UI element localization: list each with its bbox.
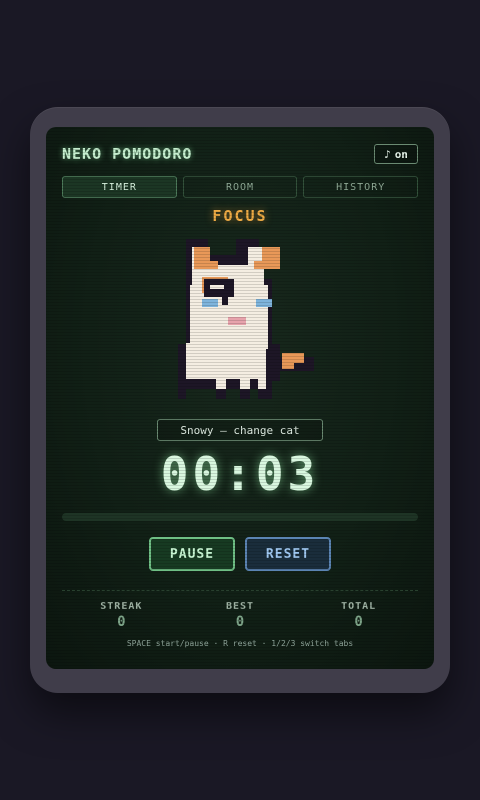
stat-best: BEST 0 [195, 601, 285, 630]
cat-sprite[interactable] [176, 239, 328, 401]
stat-label: TOTAL [341, 601, 377, 612]
device-bezel: NEKO POMODORO ♪ on TIMER ROOM HISTORY FO… [30, 107, 450, 693]
divider [62, 590, 418, 591]
stats-row: STREAK 0 BEST 0 TOTAL 0 [62, 601, 418, 630]
pause-button[interactable]: PAUSE [149, 537, 235, 571]
tab-bar: TIMER ROOM HISTORY [62, 176, 419, 198]
tab-timer[interactable]: TIMER [62, 176, 177, 198]
stat-value: 0 [117, 614, 126, 630]
reset-button[interactable]: RESET [245, 537, 331, 571]
timer-display: 00:03 [160, 447, 320, 501]
stat-label: BEST [225, 601, 255, 612]
stat-streak: STREAK 0 [76, 601, 166, 630]
sound-toggle-button[interactable]: ♪ on [374, 144, 418, 164]
mode-label: FOCUS [212, 207, 268, 225]
keyboard-hint: SPACE start/pause · R reset · 1/2/3 swit… [126, 639, 354, 648]
stat-label: STREAK [100, 601, 143, 612]
tab-room[interactable]: ROOM [182, 176, 298, 198]
pixel-cat-image [178, 239, 314, 399]
change-cat-button[interactable]: Snowy — change cat [157, 419, 323, 441]
music-note-icon: ♪ [384, 147, 391, 161]
stat-value: 0 [235, 614, 245, 630]
app-title: NEKO POMODORO [62, 145, 193, 163]
crt-screen: NEKO POMODORO ♪ on TIMER ROOM HISTORY FO… [46, 127, 434, 669]
tab-history[interactable]: HISTORY [303, 176, 419, 198]
stat-value: 0 [354, 614, 363, 630]
progress-bar [62, 513, 418, 521]
sound-toggle-label: on [394, 147, 408, 161]
stat-total: TOTAL 0 [314, 601, 404, 630]
